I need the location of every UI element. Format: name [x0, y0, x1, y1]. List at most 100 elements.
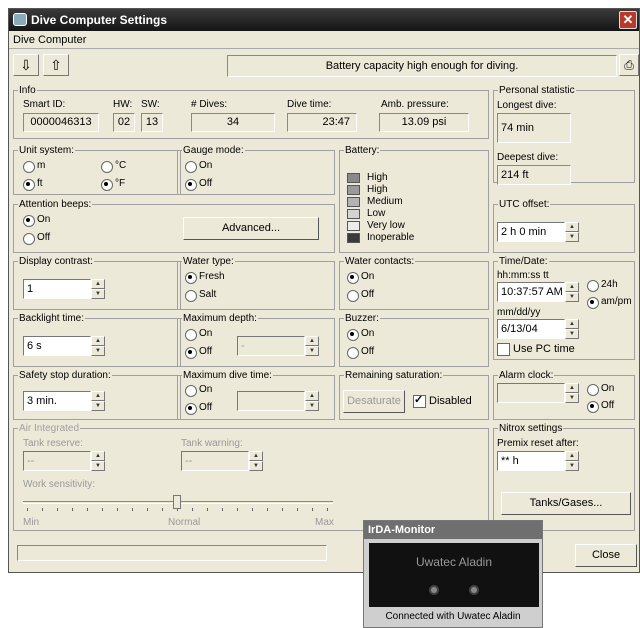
smart-id-value: 0000046313	[23, 113, 99, 132]
time-spinner[interactable]: ▲ ▼	[565, 282, 579, 302]
max-dive-time-field[interactable]	[237, 391, 305, 411]
max-depth-field[interactable]: -	[237, 336, 305, 356]
use-pc-time-checkbox[interactable]: Use PC time	[497, 343, 575, 356]
spin-up-icon[interactable]: ▲	[565, 383, 579, 393]
irda-monitor-window: IrDA-Monitor Uwatec Aladin Connected wit…	[363, 520, 543, 628]
sw-label: SW:	[141, 99, 160, 110]
slider-tick	[42, 508, 43, 511]
saturation-disabled-checkbox[interactable]: Disabled	[413, 393, 472, 408]
pressure-value: 13.09 psi	[379, 113, 469, 132]
unit-m-radio[interactable]: m	[23, 160, 45, 173]
work-sensitivity-slider[interactable]	[23, 495, 333, 513]
unit-ft-radio[interactable]: ft	[23, 178, 43, 191]
menu-dive-computer[interactable]: Dive Computer	[13, 34, 86, 46]
tank-reserve-spinner[interactable]: ▲ ▼	[91, 451, 105, 471]
buzzer-on-radio[interactable]: On	[347, 328, 374, 341]
water-contacts-off-radio[interactable]: Off	[347, 289, 374, 302]
safety-stop-spinner[interactable]: ▲ ▼	[91, 391, 105, 411]
alarm-on-radio[interactable]: On	[587, 383, 614, 396]
max-depth-on-radio[interactable]: On	[185, 328, 212, 341]
slider-tick	[27, 508, 28, 511]
alarm-field[interactable]	[497, 383, 565, 403]
max-dive-time-off-radio[interactable]: Off	[185, 402, 212, 415]
spin-up-icon[interactable]: ▲	[91, 336, 105, 346]
gauge-off-radio[interactable]: Off	[185, 178, 212, 191]
spin-down-icon[interactable]: ▼	[91, 289, 105, 299]
close-button[interactable]: Close	[575, 544, 637, 567]
personal-stat-legend: Personal statistic	[499, 85, 575, 96]
water-contacts-on-radio[interactable]: On	[347, 271, 374, 284]
download-icon[interactable]: ⇩	[13, 54, 39, 76]
battery-level-label: Very low	[367, 220, 405, 231]
spin-up-icon[interactable]: ▲	[305, 336, 319, 346]
spin-up-icon[interactable]: ▲	[305, 391, 319, 401]
spin-up-icon[interactable]: ▲	[565, 451, 579, 461]
tank-warning-field[interactable]: --	[181, 451, 249, 471]
beeps-on-radio[interactable]: On	[23, 214, 50, 227]
spin-up-icon[interactable]: ▲	[249, 451, 263, 461]
safety-stop-field[interactable]: 3 min.	[23, 391, 91, 411]
spin-down-icon[interactable]: ▼	[565, 329, 579, 339]
spin-down-icon[interactable]: ▼	[305, 346, 319, 356]
max-depth-spinner[interactable]: ▲ ▼	[305, 336, 319, 356]
close-window-button[interactable]: ✕	[619, 11, 637, 29]
print-icon[interactable]: ⎙	[619, 54, 639, 76]
dives-label: # Dives:	[191, 99, 228, 110]
utc-offset-spinner[interactable]: ▲ ▼	[565, 222, 579, 242]
spin-down-icon[interactable]: ▼	[91, 461, 105, 471]
beeps-off-radio[interactable]: Off	[23, 232, 50, 245]
tanks-gases-button[interactable]: Tanks/Gases...	[501, 492, 631, 515]
desaturate-button[interactable]: Desaturate	[343, 390, 405, 413]
backlight-spinner[interactable]: ▲ ▼	[91, 336, 105, 356]
time-ampm-radio[interactable]: am/pm	[587, 296, 632, 309]
time-format-label: hh:mm:ss tt	[497, 270, 549, 281]
water-salt-radio[interactable]: Salt	[185, 289, 216, 302]
spin-up-icon[interactable]: ▲	[91, 451, 105, 461]
slider-tick	[282, 508, 283, 511]
spin-down-icon[interactable]: ▼	[565, 461, 579, 471]
date-field[interactable]: 6/13/04	[497, 319, 565, 339]
alarm-spinner[interactable]: ▲ ▼	[565, 383, 579, 403]
spin-up-icon[interactable]: ▲	[565, 282, 579, 292]
premix-reset-field[interactable]: ** h	[497, 451, 565, 471]
dive-time-label: Dive time:	[287, 99, 332, 110]
buzzer-off-radio[interactable]: Off	[347, 346, 374, 359]
utc-offset-field[interactable]: 2 h 0 min	[497, 222, 565, 242]
spin-down-icon[interactable]: ▼	[565, 292, 579, 302]
max-dive-time-on-radio[interactable]: On	[185, 384, 212, 397]
premix-reset-spinner[interactable]: ▲ ▼	[565, 451, 579, 471]
alarm-off-radio[interactable]: Off	[587, 400, 614, 413]
right-led-icon	[469, 585, 479, 595]
tank-warning-spinner[interactable]: ▲ ▼	[249, 451, 263, 471]
spin-down-icon[interactable]: ▼	[565, 232, 579, 242]
battery-level-list: High High Medium Low Very low Inoperable	[339, 159, 489, 251]
advanced-button[interactable]: Advanced...	[183, 217, 319, 240]
saturation-legend: Remaining saturation:	[345, 370, 443, 381]
spin-up-icon[interactable]: ▲	[565, 222, 579, 232]
battery-swatch	[347, 185, 360, 195]
max-depth-off-radio[interactable]: Off	[185, 346, 212, 359]
unit-celsius-radio[interactable]: °C	[101, 160, 126, 173]
slider-thumb[interactable]	[173, 495, 181, 509]
max-dive-time-spinner[interactable]: ▲ ▼	[305, 391, 319, 411]
unit-fahrenheit-radio[interactable]: °F	[101, 178, 125, 191]
spin-down-icon[interactable]: ▼	[565, 393, 579, 403]
spin-up-icon[interactable]: ▲	[91, 391, 105, 401]
spin-up-icon[interactable]: ▲	[91, 279, 105, 289]
spin-up-icon[interactable]: ▲	[565, 319, 579, 329]
upload-icon[interactable]: ⇧	[43, 54, 69, 76]
time-field[interactable]: 10:37:57 AM	[497, 282, 565, 302]
contrast-field[interactable]: 1	[23, 279, 91, 299]
utc-offset-legend: UTC offset:	[499, 199, 550, 210]
spin-down-icon[interactable]: ▼	[91, 346, 105, 356]
time-24h-radio[interactable]: 24h	[587, 279, 618, 292]
contrast-spinner[interactable]: ▲ ▼	[91, 279, 105, 299]
gauge-on-radio[interactable]: On	[185, 160, 212, 173]
date-spinner[interactable]: ▲ ▼	[565, 319, 579, 339]
spin-down-icon[interactable]: ▼	[91, 401, 105, 411]
backlight-field[interactable]: 6 s	[23, 336, 91, 356]
spin-down-icon[interactable]: ▼	[305, 401, 319, 411]
tank-reserve-field[interactable]: --	[23, 451, 91, 471]
spin-down-icon[interactable]: ▼	[249, 461, 263, 471]
water-fresh-radio[interactable]: Fresh	[185, 271, 225, 284]
